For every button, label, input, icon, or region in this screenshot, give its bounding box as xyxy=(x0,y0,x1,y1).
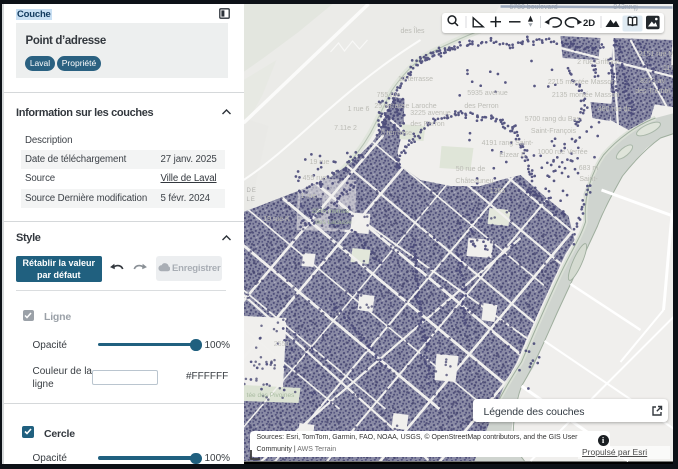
svg-text:2550: 2550 xyxy=(273,341,289,348)
svg-text:683 m: 683 m xyxy=(578,165,598,172)
svg-text:2D: 2D xyxy=(583,17,595,28)
svg-text:5935 avenue: 5935 avenue xyxy=(467,90,508,97)
svg-text:Elzear E: Elzear E xyxy=(499,152,526,159)
svg-text:7.11e 2: 7.11e 2 xyxy=(334,125,357,132)
svg-text:2 rue Griffnon: 2 rue Griffnon xyxy=(577,59,620,66)
svg-text:5700 rang du Bas-: 5700 rang du Bas- xyxy=(524,116,582,123)
svg-text:19 rue: 19 rue xyxy=(309,159,329,166)
svg-text:1173: 1173 xyxy=(662,65,672,72)
svg-text:2215 montée Masson: 2215 montée Masson xyxy=(547,79,614,86)
svg-text:50 rue de: 50 rue de xyxy=(455,166,485,173)
svg-text:DE: DE xyxy=(246,188,256,194)
svg-text:2151 rue M: 2151 rue M xyxy=(638,51,672,58)
svg-text:Châteauneu: Châteauneu xyxy=(455,178,493,185)
svg-text:6780 boulevard: 6780 boulevard xyxy=(509,4,557,11)
svg-text:Saint-François: Saint-François xyxy=(530,128,576,135)
svg-text:19 rue K: 19 rue K xyxy=(263,216,290,223)
svg-text:Saint-: Saint- xyxy=(579,176,598,183)
svg-text:LE: LE xyxy=(246,197,255,203)
svg-text:des Trembl: des Trembl xyxy=(635,88,670,95)
svg-text:480 rue de: 480 rue de xyxy=(597,106,631,113)
svg-text:1000 rue Verrée: 1000 rue Verrée xyxy=(537,149,587,156)
svg-text:843nnçj: 843nnçj xyxy=(613,4,638,11)
svg-text:des Îles: des Îles xyxy=(400,26,425,35)
svg-text:tée des Pivoines: tée des Pivoines xyxy=(246,392,294,399)
svg-text:6 terrasse: 6 terrasse xyxy=(380,130,411,137)
svg-text:2135 montée Masson: 2135 montée Masson xyxy=(551,92,618,99)
svg-text:4191 rang Saint-: 4191 rang Saint- xyxy=(481,140,533,147)
svg-text:des Perron: des Perron xyxy=(464,103,498,110)
svg-text:455 rue: 455 rue xyxy=(302,175,326,182)
svg-text:3225 avenue: 3225 avenue xyxy=(410,110,451,117)
svg-text:1355: 1355 xyxy=(489,188,505,195)
svg-text:2345 montée: 2345 montée xyxy=(311,208,349,215)
svg-text:10 terrasse: 10 terrasse xyxy=(397,76,432,83)
svg-text:1 rue 6: 1 rue 6 xyxy=(347,106,369,113)
svg-text:8273 av: 8273 av xyxy=(640,78,665,85)
svg-text:25 terrasse Laroche: 25 terrasse Laroche xyxy=(374,103,436,110)
svg-text:1 rue: 1 rue xyxy=(300,193,316,200)
svg-text:755 rue: 755 rue xyxy=(376,92,400,99)
svg-text:des Perron: des Perron xyxy=(410,121,444,128)
svg-text:des Lacasse: des Lacasse xyxy=(315,219,352,226)
